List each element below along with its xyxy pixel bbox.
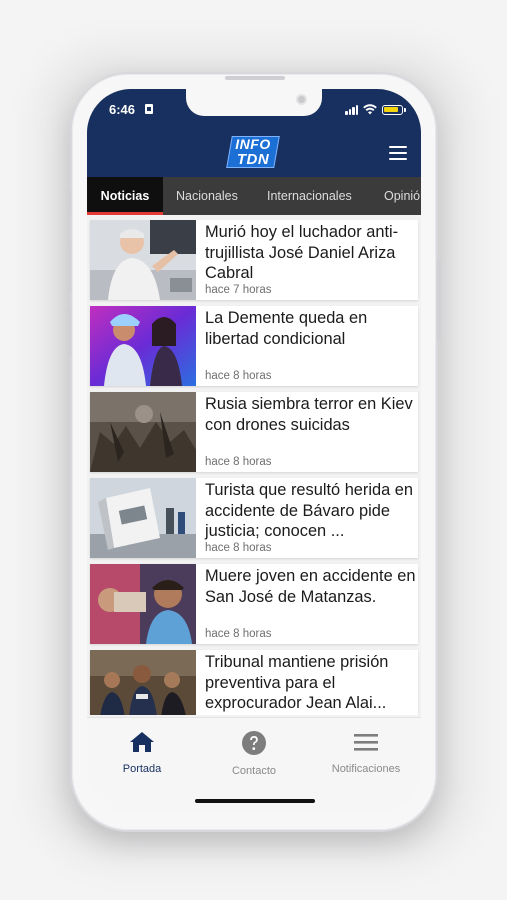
app-screen: 6:46 INFO TDN Noticias Nacionales Intern…: [87, 89, 421, 813]
orientation-lock-icon: [145, 104, 153, 114]
news-feed: Murió hoy el luchador anti-trujillista J…: [87, 217, 421, 715]
category-tabs: Noticias Nacionales Internacionales Opin…: [87, 177, 421, 215]
hamburger-menu-icon[interactable]: [389, 146, 407, 160]
list-icon: [354, 734, 378, 751]
infotdn-logo[interactable]: INFO TDN: [226, 133, 280, 171]
tab-label: Nacionales: [176, 189, 238, 203]
volume-down-button: [67, 305, 71, 357]
article-time: hace 8 horas: [205, 370, 272, 382]
article-card[interactable]: Muere joven en accidente en San José de …: [90, 564, 418, 644]
status-time: 6:46: [109, 102, 136, 117]
article-title: Tribunal mantiene prisión preventiva par…: [205, 653, 389, 712]
article-time: hace 8 horas: [205, 456, 272, 468]
nav-label: Notificaciones: [331, 763, 401, 775]
logo-text-bottom: TDN: [236, 151, 270, 168]
volume-up-button: [67, 240, 71, 292]
tab-internacionales[interactable]: Internacionales: [267, 177, 352, 215]
tab-opinion[interactable]: Opinión: [384, 177, 421, 215]
article-time: hace 8 horas: [205, 542, 272, 554]
help-circle-icon: [242, 731, 266, 755]
article-title: Turista que resultó herida en accidente …: [205, 481, 414, 540]
earpiece-speaker: [225, 76, 285, 80]
home-indicator[interactable]: [195, 799, 315, 803]
tab-label: Noticias: [100, 189, 150, 203]
mute-switch: [67, 190, 71, 216]
home-icon: [130, 732, 154, 752]
logo-text-top: INFO: [235, 136, 271, 152]
cellular-signal-icon: [345, 105, 358, 115]
front-camera: [296, 94, 307, 105]
battery-charging-icon: [382, 105, 406, 115]
article-title: Muere joven en accidente en San José de …: [205, 567, 416, 606]
article-thumbnail: [90, 220, 196, 300]
article-card[interactable]: Rusia siembra terror en Kiev con drones …: [90, 392, 418, 472]
nav-notificaciones[interactable]: Notificaciones: [316, 730, 416, 775]
article-time: hace 7 horas: [205, 284, 272, 296]
wifi-icon: [363, 104, 377, 115]
article-thumbnail: [90, 392, 196, 472]
nav-contacto[interactable]: Contacto: [204, 730, 304, 777]
article-time: hace 8 horas: [205, 628, 272, 640]
tab-label: Internacionales: [267, 189, 352, 203]
article-title: Rusia siembra terror en Kiev con drones …: [205, 395, 413, 434]
article-title: La Demente queda en libertad condicional: [205, 309, 368, 348]
camera-notch: [186, 89, 322, 116]
article-thumbnail: [90, 306, 196, 386]
tab-noticias[interactable]: Noticias: [87, 177, 163, 215]
article-thumbnail: [90, 650, 196, 715]
tab-label: Opinión: [384, 189, 421, 203]
nav-portada[interactable]: Portada: [92, 730, 192, 775]
app-header: 6:46 INFO TDN: [87, 89, 421, 177]
nav-label: Contacto: [231, 765, 277, 777]
article-thumbnail: [90, 478, 196, 558]
article-card[interactable]: Turista que resultó herida en accidente …: [90, 478, 418, 558]
article-title: Murió hoy el luchador anti-trujillista J…: [205, 223, 399, 282]
article-thumbnail: [90, 564, 196, 644]
article-card[interactable]: Tribunal mantiene prisión preventiva par…: [90, 650, 418, 715]
nav-label: Portada: [122, 763, 162, 775]
article-card[interactable]: Murió hoy el luchador anti-trujillista J…: [90, 220, 418, 300]
status-icons: [345, 103, 406, 115]
article-card[interactable]: La Demente queda en libertad condicional…: [90, 306, 418, 386]
power-button: [437, 260, 441, 340]
tab-nacionales[interactable]: Nacionales: [176, 177, 238, 215]
